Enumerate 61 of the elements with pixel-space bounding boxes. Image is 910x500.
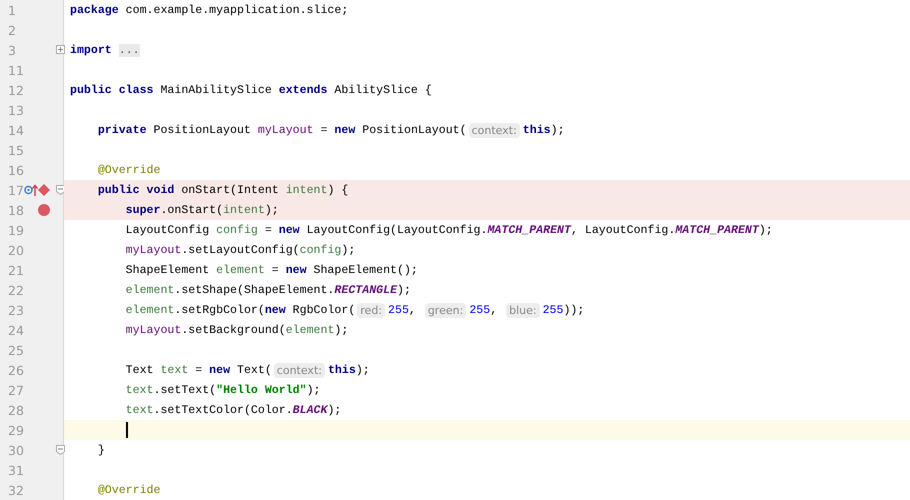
code-text: 255, [469, 304, 498, 316]
line-number: 12 [8, 83, 24, 98]
line-number: 17 [8, 183, 24, 198]
parameter-hint: context: [468, 122, 520, 138]
line-number: 1 [8, 3, 16, 18]
line-number: 24 [8, 323, 24, 338]
override-icon[interactable] [24, 183, 38, 197]
code-text: public class MainAbilitySlice extends AbilitySlice { [70, 84, 432, 96]
line-number: 32 [8, 483, 24, 498]
line-number: 25 [8, 343, 24, 358]
code-text: myLayout.setLayoutConfig(config); [124, 244, 356, 256]
line-number: 22 [8, 283, 24, 298]
code-text: package com.example.myapplication.slice; [70, 4, 348, 16]
line-number: 11 [8, 63, 24, 78]
line-number: 20 [8, 243, 24, 258]
parameter-hint: red: [357, 302, 386, 318]
line-number: 13 [8, 103, 24, 118]
line-number: 19 [8, 223, 24, 238]
code-text: element.setShape(ShapeElement.RECTANGLE); [124, 284, 411, 296]
line-number: 31 [8, 463, 24, 478]
breakpoint-icon[interactable] [37, 203, 51, 217]
line-number: 27 [8, 383, 24, 398]
code-text: import [70, 44, 112, 56]
code-text: this); [522, 124, 565, 136]
method-breakpoint-icon[interactable] [37, 183, 51, 197]
text-caret [126, 422, 128, 438]
code-text: public void onStart(Intent intent) { [96, 184, 348, 196]
line-number: 3 [8, 43, 16, 58]
line-number: 16 [8, 163, 24, 178]
code-text: this); [328, 364, 370, 376]
line-number: 2 [8, 23, 16, 38]
collapse-icon[interactable] [56, 185, 65, 195]
collapse-icon[interactable] [56, 445, 65, 455]
expand-icon[interactable] [56, 45, 65, 54]
line-number: 29 [8, 423, 24, 438]
code-text: text.setTextColor(Color.BLACK); [124, 404, 342, 416]
code-text: LayoutConfig config = new LayoutConfig(LayoutConfig.MATCH_PARENT, LayoutConfig.MATCH_PARENT); [124, 224, 773, 236]
code-text: text.setText("Hello World"); [124, 384, 320, 396]
line-number: 21 [8, 263, 24, 278]
line-number: 23 [8, 303, 24, 318]
parameter-hint: blue: [506, 302, 540, 318]
code-text: @Override [96, 484, 160, 496]
code-text: 255, [388, 304, 417, 316]
parameter-hint: context: [274, 362, 325, 378]
code-text: @Override [96, 164, 160, 176]
line-number: 26 [8, 363, 24, 378]
code-text: super.onStart(intent); [124, 204, 279, 216]
line-number: 18 [8, 203, 24, 218]
code-text: 255)); [542, 304, 584, 316]
code-text: private PositionLayout myLayout = new PositionLayout( [96, 124, 467, 136]
code-text: myLayout.setBackground(element); [124, 324, 348, 336]
folded-code[interactable]: ... [118, 44, 140, 56]
parameter-hint: green: [424, 302, 466, 318]
line-number: 15 [8, 143, 24, 158]
code-text: ShapeElement element = new ShapeElement(); [124, 264, 418, 276]
line-number: 28 [8, 403, 24, 418]
code-text: } [96, 444, 105, 456]
code-text: Text text = new Text( [124, 364, 272, 376]
line-number: 14 [8, 123, 24, 138]
code-text: element.setRgbColor(new RgbColor( [124, 304, 356, 316]
line-number: 30 [8, 443, 24, 458]
